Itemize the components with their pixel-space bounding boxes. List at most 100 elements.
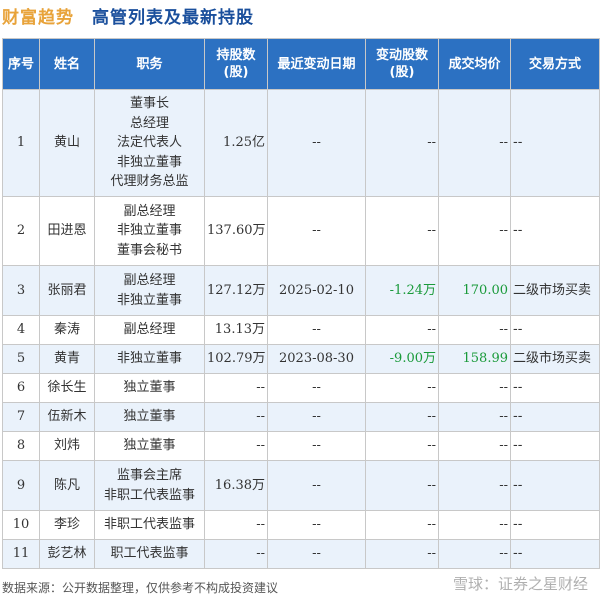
cell-method: 二级市场买卖 [510,344,600,374]
cell-shares: -- [204,402,268,432]
cell-date: -- [267,510,366,540]
cell-shares: 1.25亿 [204,89,268,197]
cell-name: 秦涛 [39,315,95,345]
cell-change: -1.24万 [365,265,439,316]
cell-change: -- [365,402,439,432]
cell-price: -- [438,373,511,403]
position-title: 总经理 [129,115,169,131]
position-title: 非独立董事 [116,154,182,170]
page-header: 财富趋势 高管列表及最新持股 [0,0,600,32]
executive-holdings-table: 序号 姓名 职务 持股数(股) 最近变动日期 变动股数(股) 成交均价 交易方式… [2,38,600,569]
position-title: 董事长 [129,96,169,112]
position-title: 代理财务总监 [110,174,189,190]
cell-positions: 董事长总经理法定代表人非独立董事代理财务总监 [94,89,205,197]
cell-positions: 独立董事 [94,402,205,432]
position-title: 非独立董事 [116,351,182,367]
cell-shares: 102.79万 [204,344,268,374]
cell-date: -- [267,402,366,432]
cell-method: -- [510,315,600,345]
cell-price: -- [438,402,511,432]
cell-change: -- [365,539,439,569]
data-source-note: 数据来源：公开数据整理，仅供参考不构成投资建议 [2,581,279,595]
cell-name: 伍新木 [39,402,95,432]
cell-date: -- [267,315,366,345]
table-row: 4 秦涛 副总经理 13.13万 -- -- -- -- [2,315,600,345]
position-title: 独立董事 [123,409,176,425]
cell-date: -- [267,89,366,197]
position-title: 非职工代表监事 [103,487,195,503]
cell-positions: 独立董事 [94,373,205,403]
cell-price: -- [438,539,511,569]
cell-name: 徐长生 [39,373,95,403]
table-row: 1 黄山 董事长 总经理 法定代表人 非独立董事 代理财务总监 1.25亿 -- -- -- -- [2,89,600,197]
cell-no: 4 [2,315,40,345]
table-row: 7 伍新木 独立董事 -- -- -- -- -- [2,402,600,432]
cell-method: -- [510,402,600,432]
cell-date: 2023-08-30 [267,344,366,374]
cell-date: -- [267,539,366,569]
table-row: 8 刘炜 独立董事 -- -- -- -- -- [2,431,600,461]
position-title: 法定代表人 [116,135,182,151]
table-row: 2 田进恩 副总经理 非独立董事 董事会秘书 137.60万 -- -- -- -- [2,196,600,266]
cell-name: 陈凡 [39,460,95,511]
cell-price: -- [438,89,511,197]
cell-price: 170.00 [438,265,511,316]
table-row: 5 黄青 非独立董事 102.79万 2023-08-30 -9.00万 158.99 二级市… [2,344,600,374]
cell-method: -- [510,89,600,197]
cell-method: -- [510,539,600,569]
table-row: 10 李珍 非职工代表监事 -- -- -- -- -- [2,510,600,540]
cell-name: 黄山 [39,89,95,197]
cell-no: 8 [2,431,40,461]
cell-shares: -- [204,510,268,540]
cell-change: -- [365,373,439,403]
cell-positions: 非独立董事 [94,344,205,374]
cell-no: 3 [2,265,40,316]
cell-date: -- [267,431,366,461]
cell-positions: 副总经理 非独立董事 [94,265,205,316]
cell-method: -- [510,460,600,511]
cell-name: 彭艺林 [39,539,95,569]
cell-change: -- [365,431,439,461]
cell-change: -- [365,196,439,266]
cell-method: -- [510,510,600,540]
cell-shares: -- [204,431,268,461]
cell-date: -- [267,373,366,403]
position-title: 独立董事 [123,438,176,454]
cell-name: 田进恩 [39,196,95,266]
table-row: 11 彭艺林 职工代表监事 -- -- -- -- -- [2,539,600,569]
cell-shares: 13.13万 [204,315,268,345]
cell-date: 2025-02-10 [267,265,366,316]
col-header-price: 成交均价 [438,38,511,90]
cell-no: 7 [2,402,40,432]
cell-name: 黄青 [39,344,95,374]
col-header-change: 变动股数(股) [365,38,439,90]
position-title: 非独立董事 [116,292,182,308]
cell-positions: 非职工代表监事 [94,510,205,540]
position-title: 非独立董事 [116,223,182,239]
cell-shares: 16.38万 [204,460,268,511]
cell-change: -- [365,460,439,511]
cell-no: 9 [2,460,40,511]
position-title: 职工代表监事 [110,546,189,562]
cell-shares: -- [204,373,268,403]
position-title: 独立董事 [123,380,176,396]
col-header-position: 职务 [94,38,205,90]
cell-name: 张丽君 [39,265,95,316]
cell-price: -- [438,460,511,511]
position-title: 非职工代表监事 [103,517,195,533]
table-row: 6 徐长生 独立董事 -- -- -- -- -- [2,373,600,403]
cell-change: -- [365,510,439,540]
cell-positions: 职工代表监事 [94,539,205,569]
cell-price: -- [438,431,511,461]
table-body: 1 黄山 董事长 总经理 法定代表人 非独立董事 代理财务总监 1.25亿 -- -- -- -- 2 田… [2,89,600,569]
cell-positions: 副总经理 [94,315,205,345]
position-title: 副总经理 [123,322,176,338]
cell-method: 二级市场买卖 [510,265,600,316]
cell-shares: 127.12万 [204,265,268,316]
cell-no: 11 [2,539,40,569]
position-title: 监事会主席 [116,468,182,483]
cell-price: -- [438,315,511,345]
cell-name: 李珍 [39,510,95,540]
cell-no: 5 [2,344,40,374]
cell-price: 158.99 [438,344,511,374]
